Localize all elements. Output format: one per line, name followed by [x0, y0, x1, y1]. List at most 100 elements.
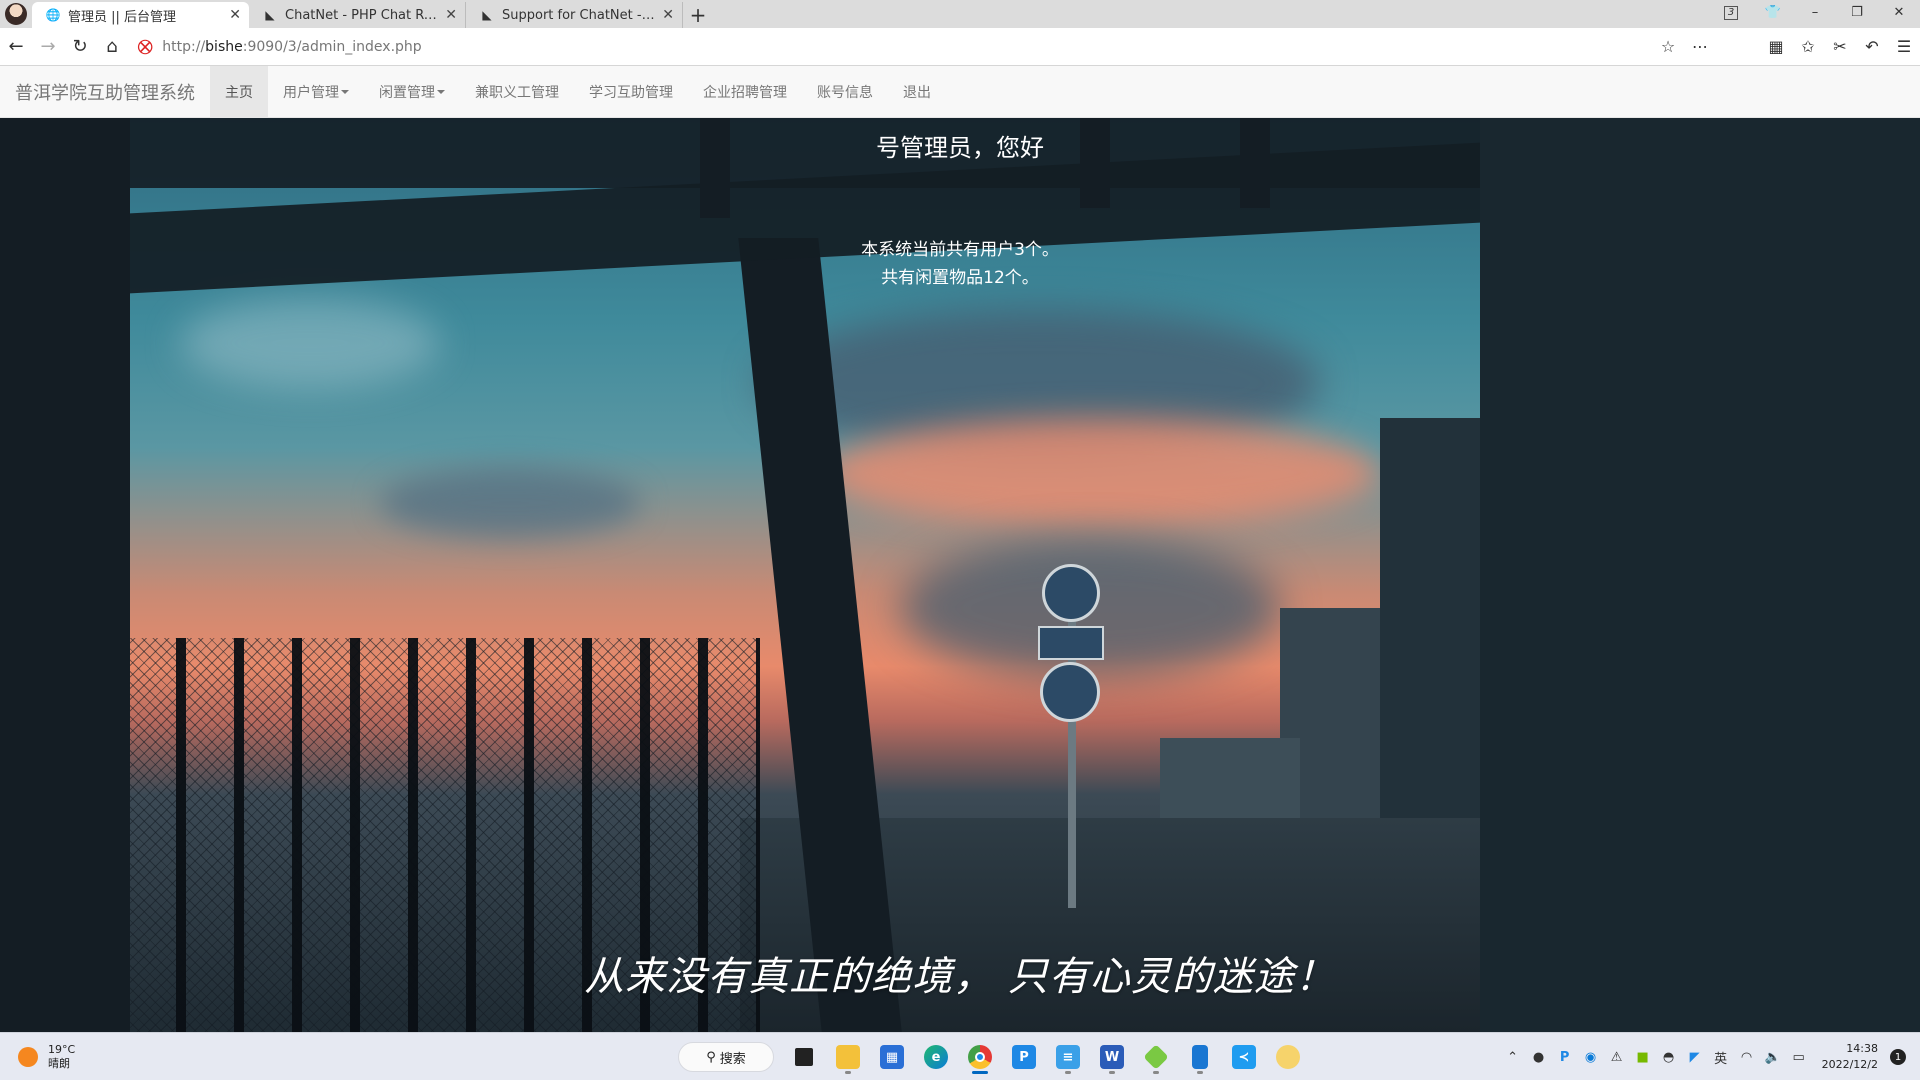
search-icon: ⚲	[706, 1049, 716, 1065]
notepad-icon: ≡	[1056, 1045, 1080, 1069]
store-button[interactable]: ▦	[870, 1039, 914, 1075]
tab-title: 管理员 || 后台管理	[68, 9, 177, 25]
reload-button[interactable]: ↻	[64, 31, 96, 63]
nav-user-management[interactable]: 用户管理	[268, 66, 364, 118]
nav-label: 主页	[225, 84, 253, 101]
phone-link-button[interactable]	[1178, 1039, 1222, 1075]
undo-icon[interactable]: ↶	[1856, 37, 1888, 56]
tab-count-icon[interactable]: 3	[1710, 4, 1752, 20]
task-view-button[interactable]	[782, 1039, 826, 1075]
close-icon[interactable]: ✕	[445, 7, 457, 23]
tray-app-icon[interactable]: ●	[1526, 1050, 1552, 1065]
tray-nvidia-icon[interactable]: ■	[1630, 1050, 1656, 1065]
nav-home[interactable]: 主页	[210, 65, 268, 118]
url-path: :9090/3/admin_index.php	[242, 38, 422, 55]
chatnet-favicon-icon: ◣	[482, 8, 492, 22]
globe-icon: 🌐	[45, 8, 61, 22]
chrome-button[interactable]	[958, 1039, 1002, 1075]
restore-button[interactable]: ❐	[1836, 5, 1878, 20]
close-window-button[interactable]: ✕	[1878, 5, 1920, 20]
browser-tools: ☆ ⋯ ▦ ✩ ✂ ↶ ☰	[1652, 37, 1920, 56]
profile-avatar[interactable]	[0, 0, 32, 28]
nav-idle-management[interactable]: 闲置管理	[364, 66, 460, 118]
phone-icon	[1192, 1045, 1208, 1069]
nav-account-info[interactable]: 账号信息	[802, 66, 888, 118]
tab-title: ChatNet - PHP Chat Room	[285, 7, 440, 23]
word-button[interactable]: W	[1090, 1039, 1134, 1075]
tray-warning-icon[interactable]: ⚠	[1604, 1050, 1630, 1065]
tab-support-chatnet[interactable]: ◣ Support for ChatNet - PHP ✕	[466, 2, 683, 28]
folder-icon	[836, 1045, 860, 1069]
star-icon[interactable]: ☆	[1652, 37, 1684, 56]
start-button[interactable]	[626, 1039, 670, 1075]
nav-label: 学习互助管理	[589, 84, 673, 101]
chevron-up-icon[interactable]: ⌃	[1500, 1050, 1526, 1065]
site-brand[interactable]: 普洱学院互助管理系统	[0, 79, 210, 105]
taskbar-search[interactable]: ⚲ 搜索	[678, 1042, 774, 1072]
chatnet-favicon-icon: ◣	[265, 8, 275, 22]
tray-feishu-icon[interactable]: ◤	[1682, 1050, 1708, 1065]
nav-parttime-volunteer[interactable]: 兼职义工管理	[460, 66, 574, 118]
clock-date: 2022/12/2	[1821, 1058, 1878, 1071]
word-icon: W	[1100, 1045, 1124, 1069]
nav-label: 账号信息	[817, 84, 873, 101]
url-host: bishe	[205, 38, 243, 55]
back-button[interactable]: ←	[0, 31, 32, 63]
menu-icon[interactable]: ☰	[1888, 37, 1920, 56]
tab-title: Support for ChatNet - PHP	[502, 7, 657, 23]
nav-recruitment[interactable]: 企业招聘管理	[688, 66, 802, 118]
p-app-icon: P	[1012, 1045, 1036, 1069]
nav-label: 企业招聘管理	[703, 84, 787, 101]
stats-summary: 本系统当前共有用户3个。 共有闲置物品12个。	[0, 236, 1920, 292]
vscode-icon: ≺	[1232, 1045, 1256, 1069]
green-app-icon	[1143, 1044, 1169, 1070]
tray-p-icon[interactable]: P	[1552, 1050, 1578, 1065]
favorites-icon[interactable]: ✩	[1792, 37, 1824, 56]
tray-edge-icon[interactable]: ◉	[1578, 1050, 1604, 1065]
app-yellow-button[interactable]	[1266, 1039, 1310, 1075]
system-tray: ⌃ ● P ◉ ⚠ ■ ◓ ◤ 英 ◠ 🔈 ▭ 14:38 2022/12/2 …	[1500, 1033, 1920, 1080]
volume-icon[interactable]: 🔈	[1760, 1050, 1786, 1065]
notification-badge[interactable]: 1	[1890, 1049, 1906, 1065]
greeting-heading: 号管理员，您好	[876, 134, 1044, 162]
user-count-text: 本系统当前共有用户3个。	[861, 240, 1059, 260]
nav-label: 闲置管理	[379, 84, 435, 101]
skin-icon[interactable]: 👕	[1752, 5, 1794, 20]
tray-qq-icon[interactable]: ◓	[1656, 1050, 1682, 1065]
insecure-icon[interactable]: ⛒	[138, 39, 152, 55]
app-green-button[interactable]	[1134, 1039, 1178, 1075]
item-count-text: 共有闲置物品12个。	[881, 268, 1039, 288]
forward-button[interactable]: →	[32, 31, 64, 63]
road-sign	[1042, 564, 1100, 622]
vscode-button[interactable]: ≺	[1222, 1039, 1266, 1075]
close-icon[interactable]: ✕	[662, 7, 674, 23]
battery-icon[interactable]: ▭	[1786, 1050, 1812, 1065]
home-button[interactable]: ⌂	[96, 31, 128, 63]
nav-label: 用户管理	[283, 84, 339, 101]
nav-study-help[interactable]: 学习互助管理	[574, 66, 688, 118]
tab-chatnet[interactable]: ◣ ChatNet - PHP Chat Room ✕	[249, 2, 466, 28]
windows-icon	[636, 1045, 660, 1069]
apps-grid-icon[interactable]: ▦	[1760, 37, 1792, 56]
weather-widget[interactable]: 19°C 晴朗	[18, 1043, 75, 1071]
tab-admin[interactable]: 🌐 管理员 || 后台管理 ✕	[32, 2, 249, 28]
notepad-button[interactable]: ≡	[1046, 1039, 1090, 1075]
app-p-button[interactable]: P	[1002, 1039, 1046, 1075]
url-field[interactable]: ⛒ http://bishe:9090/3/admin_index.php	[138, 39, 1652, 55]
nav-logout[interactable]: 退出	[888, 66, 946, 118]
cut-icon[interactable]: ✂	[1824, 37, 1856, 56]
edge-button[interactable]: e	[914, 1039, 958, 1075]
more-icon[interactable]: ⋯	[1684, 37, 1716, 56]
wifi-icon[interactable]: ◠	[1734, 1050, 1760, 1065]
ime-indicator[interactable]: 英	[1708, 1048, 1734, 1067]
chrome-icon	[968, 1045, 992, 1069]
close-icon[interactable]: ✕	[229, 7, 241, 23]
taskbar: 19°C 晴朗 ⚲ 搜索 ▦ e P ≡ W ≺ ⌃ ● P ◉ ⚠ ■ ◓ ◤…	[0, 1032, 1920, 1080]
file-explorer-button[interactable]	[826, 1039, 870, 1075]
clock[interactable]: 14:38 2022/12/2	[1812, 1041, 1890, 1073]
yellow-app-icon	[1276, 1045, 1300, 1069]
site-navbar: 普洱学院互助管理系统 主页 用户管理 闲置管理 兼职义工管理 学习互助管理 企业…	[0, 65, 1920, 118]
nav-label: 退出	[903, 84, 931, 101]
new-tab-button[interactable]: +	[683, 2, 713, 28]
minimize-button[interactable]: –	[1794, 5, 1836, 20]
